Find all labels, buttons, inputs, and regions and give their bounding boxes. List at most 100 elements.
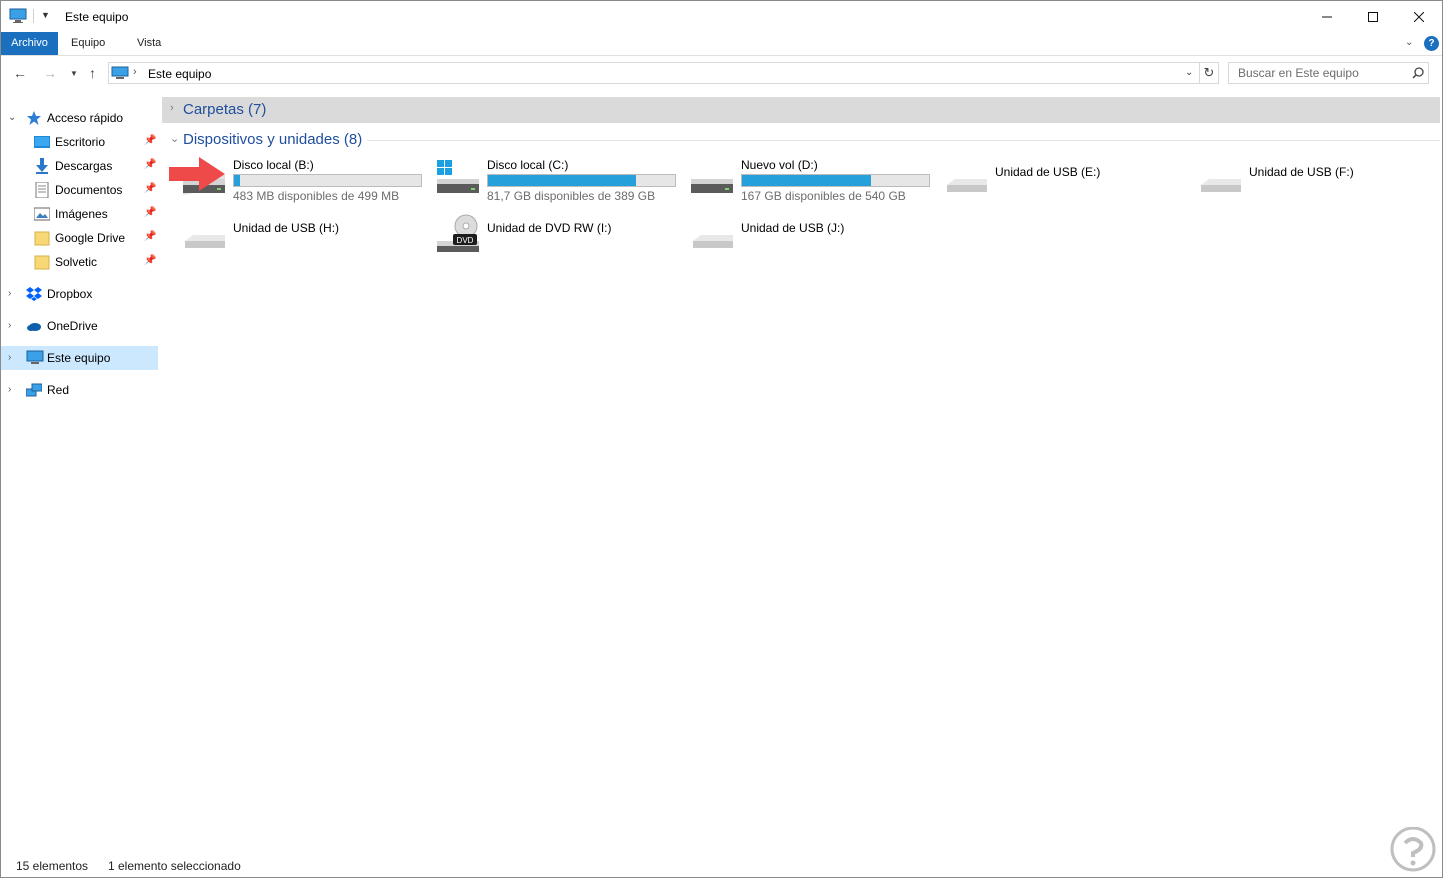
sidebar-item-descargas[interactable]: Descargas 📌	[1, 154, 158, 178]
sidebar-item-solvetic[interactable]: Solvetic 📌	[1, 250, 158, 274]
drive-h[interactable]: Unidad de USB (H:)	[181, 213, 431, 269]
sidebar-item-red[interactable]: › Red	[1, 378, 158, 402]
sidebar-item-dropbox[interactable]: › Dropbox	[1, 282, 158, 306]
sidebar-item-imagenes[interactable]: Imágenes 📌	[1, 202, 158, 226]
pointer-arrow-icon	[169, 157, 225, 191]
drive-usage-fill	[742, 175, 872, 186]
drive-j[interactable]: Unidad de USB (J:)	[689, 213, 939, 269]
drive-name: Unidad de USB (E:)	[995, 165, 1101, 179]
pin-icon[interactable]: 📌	[144, 231, 156, 242]
search-box[interactable]	[1228, 62, 1429, 84]
chevron-right-icon[interactable]: ›	[8, 288, 11, 299]
sidebar-item-label: Acceso rápido	[47, 111, 124, 125]
expand-ribbon-icon[interactable]: ⌄	[1405, 37, 1413, 48]
group-divider	[367, 140, 1440, 141]
drive-i[interactable]: DVD Unidad de DVD RW (I:)	[435, 213, 685, 269]
group-header-dispositivos[interactable]: ⌄ Dispositivos y unidades (8)	[162, 127, 1440, 153]
minimize-button[interactable]	[1304, 1, 1350, 32]
drive-name: Unidad de USB (F:)	[1249, 165, 1354, 179]
sidebar-item-label: OneDrive	[47, 319, 98, 333]
back-icon[interactable]: ←	[13, 65, 27, 81]
navigation-pane: ⌄ Acceso rápido Escritorio 📌 Descargas 📌	[1, 92, 161, 852]
title-bar: ▼ Este equipo	[1, 1, 1442, 32]
star-icon	[26, 110, 42, 126]
item-count: 15 elementos	[16, 859, 89, 873]
sidebar-item-label: Escritorio	[55, 135, 106, 149]
drive-name: Unidad de USB (H:)	[233, 221, 340, 235]
sidebar-item-label: Solvetic	[55, 255, 98, 269]
chevron-right-icon[interactable]: ›	[8, 352, 11, 363]
drive-usage-bar	[741, 174, 930, 187]
drive-name: Disco local (B:)	[233, 158, 314, 172]
drive-name: Unidad de DVD RW (I:)	[487, 221, 612, 235]
tab-vista[interactable]: Vista	[128, 32, 170, 55]
drive-name: Nuevo vol (D:)	[741, 158, 818, 172]
usb-drive-icon	[943, 157, 991, 205]
group-title: Carpetas (7)	[183, 101, 267, 118]
sidebar-item-documentos[interactable]: Documentos 📌	[1, 178, 158, 202]
sidebar-item-google-drive[interactable]: Google Drive 📌	[1, 226, 158, 250]
chevron-down-icon[interactable]: ⌄	[8, 112, 16, 123]
close-button[interactable]	[1396, 1, 1442, 32]
chevron-down-icon[interactable]: ⌄	[170, 132, 179, 145]
group-header-carpetas[interactable]: › Carpetas (7)	[162, 97, 1440, 123]
computer-icon	[26, 350, 44, 366]
search-icon[interactable]	[1412, 67, 1424, 82]
usb-drive-icon	[1197, 157, 1245, 205]
sidebar-item-escritorio[interactable]: Escritorio 📌	[1, 130, 158, 154]
address-bar[interactable]: › Este equipo ⌄	[108, 62, 1200, 84]
drive-e[interactable]: Unidad de USB (E:)	[943, 157, 1193, 213]
dvd-drive-icon: DVD	[435, 213, 483, 261]
recent-locations-icon[interactable]: ▼	[70, 69, 78, 78]
sidebar-item-label: Descargas	[55, 159, 113, 173]
customize-quick-access-icon[interactable]: ▼	[41, 10, 50, 20]
breadcrumb[interactable]: Este equipo	[148, 67, 211, 81]
ribbon: Archivo Equipo Vista ⌄ ?	[1, 32, 1442, 56]
pictures-icon	[33, 206, 51, 222]
selection-count: 1 elemento seleccionado	[108, 859, 241, 873]
sidebar-item-este-equipo[interactable]: › Este equipo	[1, 346, 158, 370]
drive-usage-fill	[234, 175, 240, 186]
maximize-button[interactable]	[1350, 1, 1396, 32]
chevron-down-icon[interactable]: ⌄	[1185, 67, 1193, 78]
sidebar-item-label: Este equipo	[47, 351, 111, 365]
pin-icon[interactable]: 📌	[144, 255, 156, 266]
pin-icon[interactable]: 📌	[144, 135, 156, 146]
chevron-right-icon: ›	[133, 66, 137, 78]
drive-usage-bar	[233, 174, 422, 187]
drive-d[interactable]: Nuevo vol (D:) 167 GB disponibles de 540…	[689, 157, 939, 213]
forward-icon[interactable]: →	[43, 65, 57, 81]
onedrive-icon	[26, 318, 42, 334]
sidebar-item-onedrive[interactable]: › OneDrive	[1, 314, 158, 338]
pin-icon[interactable]: 📌	[144, 183, 156, 194]
navigation-bar: ← → ▼ ↑ › Este equipo ⌄ ↻	[1, 56, 1442, 92]
drive-f[interactable]: Unidad de USB (F:)	[1197, 157, 1443, 213]
dvd-badge: DVD	[457, 236, 474, 245]
tab-archivo[interactable]: Archivo	[1, 32, 58, 55]
help-icon[interactable]: ?	[1424, 36, 1439, 51]
sidebar-item-acceso-rapido[interactable]: ⌄ Acceso rápido	[1, 106, 158, 130]
pin-icon[interactable]: 📌	[144, 159, 156, 170]
status-bar: 15 elementos 1 elemento seleccionado	[1, 852, 1442, 877]
tab-equipo[interactable]: Equipo	[62, 32, 114, 55]
group-title: Dispositivos y unidades (8)	[183, 131, 363, 148]
quick-access-separator	[33, 9, 34, 23]
up-icon[interactable]: ↑	[89, 65, 96, 81]
refresh-button[interactable]: ↻	[1200, 62, 1219, 84]
drive-name: Disco local (C:)	[487, 158, 569, 172]
drive-space-info: 81,7 GB disponibles de 389 GB	[487, 189, 656, 203]
drive-space-info: 167 GB disponibles de 540 GB	[741, 189, 906, 203]
search-input[interactable]	[1229, 63, 1407, 83]
drive-c[interactable]: Disco local (C:) 81,7 GB disponibles de …	[435, 157, 685, 213]
sidebar-item-label: Red	[47, 383, 70, 397]
usb-drive-icon	[689, 213, 737, 261]
pin-icon[interactable]: 📌	[144, 207, 156, 218]
computer-icon	[111, 66, 129, 83]
computer-icon[interactable]	[9, 8, 27, 27]
chevron-right-icon[interactable]: ›	[8, 320, 11, 331]
chevron-right-icon[interactable]: ›	[8, 384, 11, 395]
chevron-right-icon[interactable]: ›	[170, 102, 174, 114]
solvetic-logo-icon	[1390, 827, 1436, 872]
folder-icon	[34, 230, 50, 246]
dropbox-icon	[26, 286, 42, 302]
